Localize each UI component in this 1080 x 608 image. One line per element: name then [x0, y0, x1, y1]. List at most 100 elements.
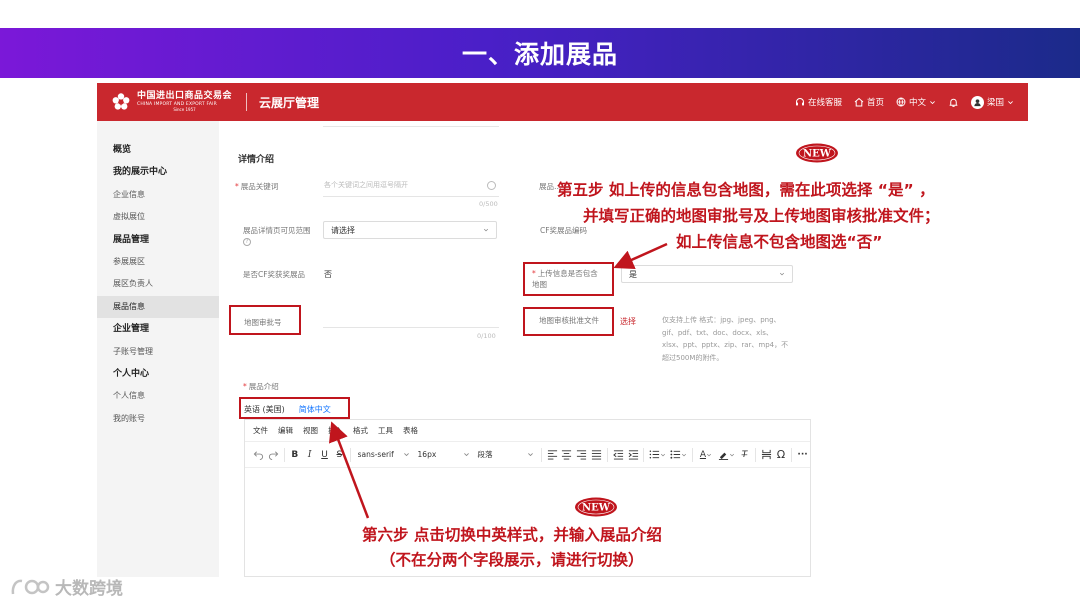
outdent-button[interactable]	[611, 445, 626, 465]
sidebar-group-my-showcase[interactable]: 我的展示中心	[97, 161, 219, 183]
special-character-button[interactable]: Ω	[774, 445, 789, 465]
chevron-down-icon	[1008, 100, 1013, 104]
undo-icon	[253, 451, 263, 460]
sidebar-item-my-account[interactable]: 我的账号	[97, 408, 219, 430]
sidebar-item-exhibition-zone[interactable]: 参展展区	[97, 251, 219, 273]
bold-button[interactable]: B	[287, 445, 302, 465]
slide-title: 一、添加展品	[461, 40, 618, 69]
step6-note-line1: 第六步 点击切换中英样式，并输入展品介绍	[362, 526, 662, 544]
align-center-button[interactable]	[560, 445, 575, 465]
undo-button[interactable]	[251, 445, 266, 465]
align-right-button[interactable]	[574, 445, 589, 465]
align-center-icon	[562, 450, 572, 460]
numbered-list-button[interactable]	[647, 445, 668, 465]
home-link[interactable]: 首页	[854, 96, 884, 108]
strikethrough-icon: S	[336, 449, 343, 460]
notifications-button[interactable]	[948, 97, 959, 108]
headset-icon	[795, 98, 804, 106]
block-format-select[interactable]: 段落	[474, 446, 538, 464]
user-name: 梁国	[986, 98, 1004, 108]
menu-view[interactable]: 视图	[303, 425, 318, 436]
sidebar-item-personal-info[interactable]: 个人信息	[97, 385, 219, 407]
user-menu[interactable]: 梁国	[970, 95, 1014, 109]
sidebar-item-zone-manager[interactable]: 展区负责人	[97, 273, 219, 295]
indent-button[interactable]	[626, 445, 641, 465]
page-break-button[interactable]	[759, 445, 774, 465]
annotation-box-map-file	[523, 307, 614, 336]
strikethrough-button[interactable]: S	[332, 445, 347, 465]
highlight-button[interactable]	[716, 445, 737, 465]
font-size-select[interactable]: 16px	[414, 446, 474, 464]
chevron-down-icon	[706, 453, 712, 456]
watermark: 大数跨境	[10, 574, 123, 599]
watermark-text: 大数跨境	[55, 579, 123, 599]
redo-button[interactable]	[266, 445, 281, 465]
visibility-select[interactable]: 请选择	[323, 221, 497, 239]
clear-format-button[interactable]: T̶	[737, 445, 752, 465]
annotation-box-map-contains	[523, 262, 614, 296]
customer-service-link[interactable]: 在线客服	[795, 96, 842, 108]
menu-tools[interactable]: 工具	[378, 425, 393, 436]
home-icon	[854, 97, 864, 107]
sidebar-item-sub-accounts[interactable]: 子账号管理	[97, 341, 219, 363]
slide-title-banner: 一、添加展品	[0, 28, 1080, 78]
sidebar-group-company-management[interactable]: 企业管理	[97, 318, 219, 340]
user-icon	[974, 98, 981, 106]
sidebar-group-personal-center[interactable]: 个人中心	[97, 363, 219, 385]
menu-table[interactable]: 表格	[403, 425, 418, 436]
font-family-select[interactable]: sans-serif	[354, 446, 414, 464]
home-label: 首页	[866, 98, 884, 108]
menu-edit[interactable]: 编辑	[278, 425, 293, 436]
map-approval-input[interactable]	[323, 327, 499, 328]
chevron-down-icon	[681, 453, 686, 456]
map-contains-select[interactable]: 是	[621, 265, 793, 283]
section-title: 详情介绍	[238, 155, 275, 165]
logo-chinese-text: 中国进出口商品交易会	[137, 90, 233, 101]
toolbar-divider	[643, 447, 645, 462]
canton-fair-logo[interactable]: 中国进出口商品交易会 CHINA IMPORT AND EXPORT FAIR …	[111, 90, 233, 113]
language-switcher[interactable]: 中文	[896, 96, 936, 108]
redo-icon	[268, 451, 279, 460]
italic-button[interactable]: I	[302, 445, 317, 465]
avatar	[970, 95, 984, 109]
justify-button[interactable]	[589, 445, 604, 465]
annotation-box-language-tabs	[239, 397, 350, 419]
text-color-button[interactable]: A	[696, 445, 717, 465]
chevron-down-icon	[463, 453, 469, 457]
step6-note-line2: （不在分两个字段展示，请进行切换）	[380, 551, 644, 569]
justify-icon	[592, 450, 602, 460]
flower-logo-icon	[112, 93, 130, 110]
underline-button[interactable]: U	[317, 445, 332, 465]
map-approval-counter: 0/100	[477, 332, 496, 340]
keyword-label: * 展品关键词	[235, 182, 279, 191]
sidebar-item-overview[interactable]: 概览	[97, 139, 219, 161]
info-icon[interactable]: ?	[243, 238, 251, 246]
step5-note-line2: 并填写正确的地图审批号及上传地图审核批准文件；	[583, 207, 940, 225]
sidebar-item-company-info[interactable]: 企业信息	[97, 184, 219, 206]
menu-file[interactable]: 文件	[253, 425, 268, 436]
sidebar-item-virtual-booth[interactable]: 虚拟展位	[97, 206, 219, 228]
globe-icon	[896, 97, 906, 107]
align-left-button[interactable]	[545, 445, 560, 465]
map-file-select-button[interactable]: 选择	[620, 316, 636, 327]
chevron-down-icon	[528, 453, 533, 457]
sidebar-item-exhibit-info[interactable]: 展品信息	[97, 295, 219, 319]
keyword-input[interactable]: 各个关键词之间用逗号隔开	[324, 180, 408, 190]
add-keyword-icon[interactable]	[487, 181, 496, 190]
indent-icon	[628, 450, 638, 460]
omega-icon: Ω	[776, 448, 786, 461]
italic-icon: I	[307, 449, 312, 460]
menu-insert[interactable]: 插入	[328, 425, 343, 436]
toolbar-divider	[540, 447, 542, 462]
sidebar-group-exhibit-management[interactable]: 展品管理	[97, 229, 219, 251]
map-contains-value: 是	[629, 269, 637, 279]
align-left-icon	[547, 450, 557, 460]
logo-since-text: Since 1957	[173, 107, 196, 113]
menu-format[interactable]: 格式	[353, 425, 368, 436]
app-title: 云展厅管理	[259, 95, 320, 110]
chevron-down-icon	[661, 453, 666, 456]
bell-icon	[949, 98, 958, 107]
bullet-list-button[interactable]	[668, 445, 689, 465]
more-tools-button[interactable]: ···	[795, 445, 810, 465]
app-header: 中国进出口商品交易会 CHINA IMPORT AND EXPORT FAIR …	[97, 83, 1028, 121]
